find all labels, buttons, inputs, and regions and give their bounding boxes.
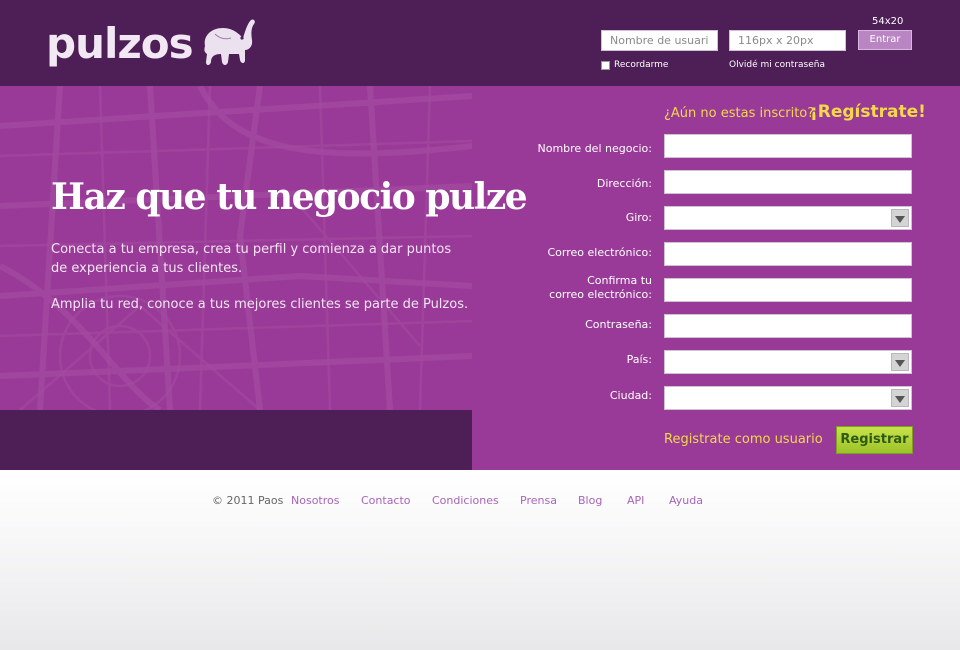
username-input[interactable] (601, 30, 718, 51)
remember-me[interactable]: Recordarme (601, 60, 668, 70)
pulzos-logo[interactable]: pulzos (46, 14, 257, 72)
footer-link-blog[interactable]: Blog (578, 494, 602, 507)
dropdown-arrow-icon[interactable] (891, 353, 909, 371)
footer-link-condiciones[interactable]: Condiciones (432, 494, 499, 507)
footer-link-api[interactable]: API (627, 494, 644, 507)
business-name-input[interactable] (664, 134, 912, 158)
address-label: Dirección: (596, 177, 652, 190)
hero-dark-band (0, 410, 472, 470)
email-input[interactable] (664, 242, 912, 266)
address-input[interactable] (664, 170, 912, 194)
city-select[interactable] (664, 386, 912, 410)
site-footer: © 2011 Paos Nosotros Contacto Condicione… (0, 470, 960, 650)
category-label: Giro: (625, 211, 652, 224)
enter-button[interactable]: Entrar (858, 30, 912, 50)
dropdown-arrow-icon[interactable] (891, 209, 909, 227)
remember-checkbox[interactable] (601, 60, 610, 70)
confirm-email-input[interactable] (664, 278, 912, 302)
footer-link-ayuda[interactable]: Ayuda (669, 494, 703, 507)
confirm-email-label-line1: Confirma tu (587, 274, 652, 287)
register-button[interactable]: Registrar (836, 426, 913, 454)
remember-label: Recordarme (614, 60, 669, 70)
country-select[interactable] (664, 350, 912, 374)
register-password-input[interactable] (664, 314, 912, 338)
hero-paragraph-1: Conecta a tu empresa, crea tu perfil y c… (51, 242, 452, 276)
password-label: Contraseña: (585, 318, 652, 331)
register-cta: ¡Regístrate! (810, 102, 926, 122)
forgot-password-link[interactable]: Olvidé mi contraseña (729, 60, 825, 70)
password-input[interactable] (729, 30, 846, 51)
hero-section: Haz que tu negocio pulze Conecta a tu em… (0, 86, 960, 470)
register-as-user-link[interactable]: Registrate como usuario (664, 432, 823, 447)
footer-link-contacto[interactable]: Contacto (361, 494, 411, 507)
site-header: pulzos 54x20 Entrar Recordarme Olvidé mi… (0, 0, 960, 86)
category-select[interactable] (664, 206, 912, 230)
hero-title: Haz que tu negocio pulze (51, 176, 528, 218)
register-question: ¿Aún no estas inscrito? (664, 106, 815, 121)
country-label: País: (626, 353, 652, 366)
footer-link-nosotros[interactable]: Nosotros (291, 494, 339, 507)
elephant-icon (204, 19, 255, 65)
email-label: Correo electrónico: (547, 246, 653, 259)
size-note: 54x20 (872, 16, 904, 27)
city-label: Ciudad: (609, 389, 652, 402)
hero-paragraph-2: Amplia tu red, conoce a tus mejores clie… (51, 297, 469, 312)
confirm-email-label-line2: correo electrónico: (549, 288, 652, 301)
dropdown-arrow-icon[interactable] (891, 389, 909, 407)
brand-name: pulzos (46, 18, 194, 68)
footer-link-prensa[interactable]: Prensa (520, 494, 557, 507)
copyright: © 2011 Paos (212, 494, 284, 507)
business-name-label: Nombre del negocio: (537, 142, 653, 155)
